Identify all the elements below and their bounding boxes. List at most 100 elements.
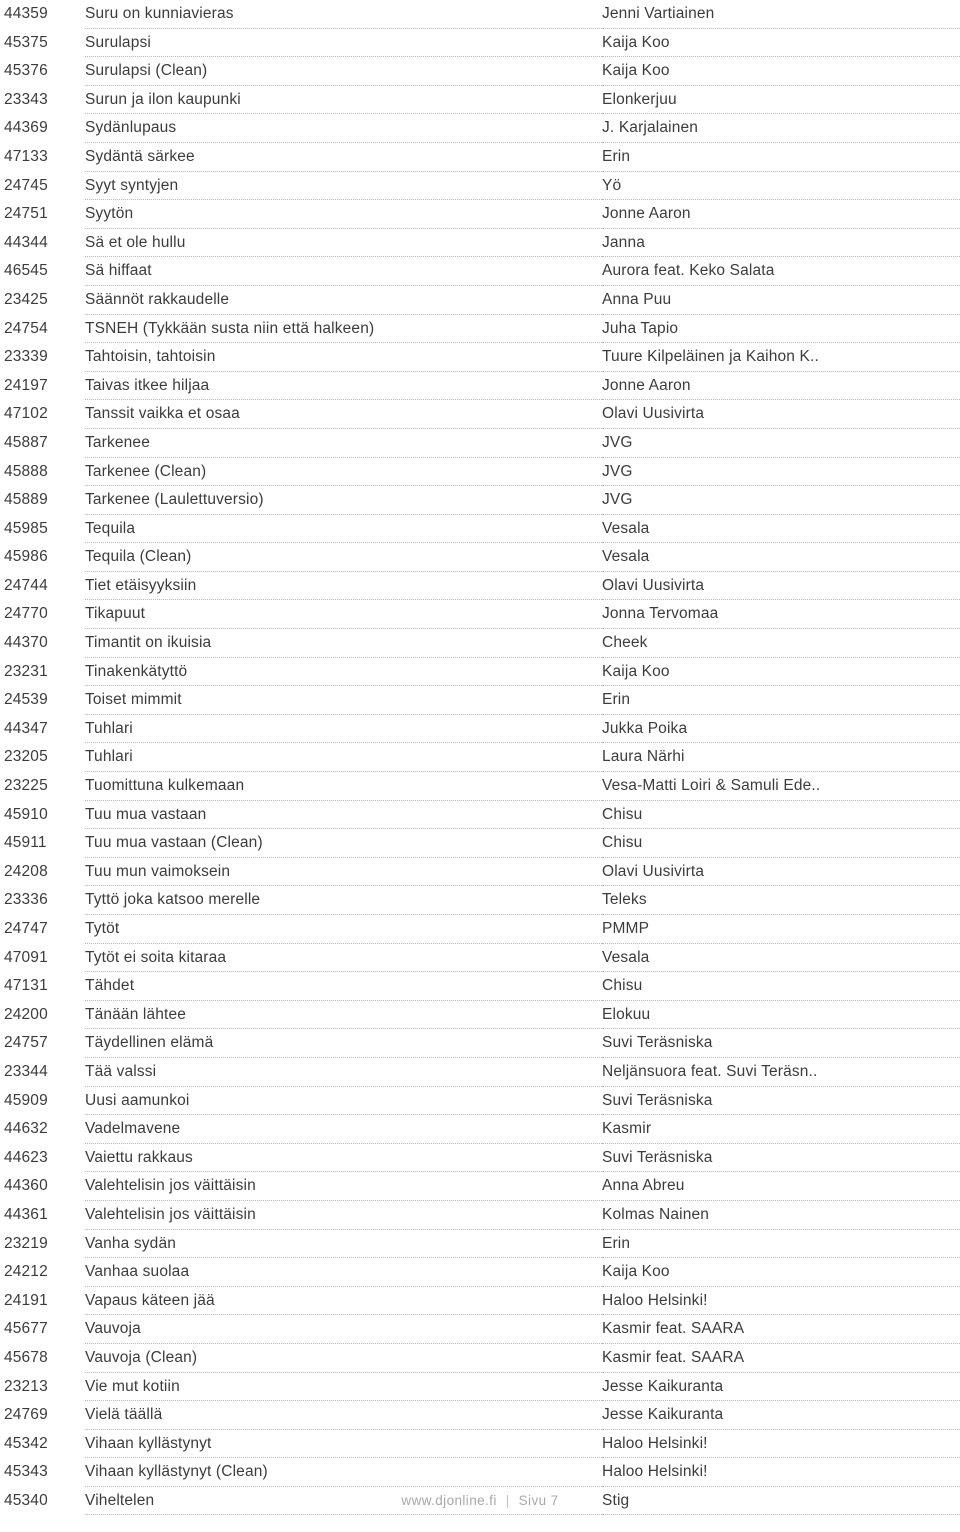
- track-id-cell: 45375: [4, 33, 48, 51]
- track-artist-cell: Cheek: [602, 628, 960, 658]
- footer-separator: |: [505, 1493, 510, 1508]
- track-title-cell: Syyt syntyjen: [85, 171, 602, 201]
- track-title-cell: Surulapsi: [85, 28, 602, 58]
- track-title-cell: Vielä täällä: [85, 1400, 602, 1430]
- track-id-cell: 44369: [4, 119, 48, 137]
- track-artist-cell: Erin: [602, 685, 960, 715]
- track-id-cell: 24539: [4, 691, 48, 709]
- track-artist-cell: Olavi Uusivirta: [602, 399, 960, 429]
- track-artist-cell: Aurora feat. Keko Salata: [602, 256, 960, 286]
- track-id-cell: 47102: [4, 405, 48, 423]
- track-title-cell: Tää valssi: [85, 1057, 602, 1087]
- track-listing-table: 44359 Suru on kunniavieras Jenni Vartiaine…: [0, 0, 960, 1516]
- track-title-cell: Vanha sydän: [85, 1229, 602, 1259]
- track-id-cell: 24754: [4, 319, 48, 337]
- track-title-cell: Tytöt: [85, 914, 602, 944]
- table-row: 24539 Toiset mimmit Erin: [0, 685, 960, 715]
- track-title-cell: Surulapsi (Clean): [85, 56, 602, 86]
- table-row: 44360 Valehtelisin jos väittäisin Anna Abr…: [0, 1171, 960, 1201]
- track-title-cell: Tahtoisin, tahtoisin: [85, 342, 602, 372]
- track-title-cell: Valehtelisin jos väittäisin: [85, 1200, 602, 1230]
- track-id-cell: 45376: [4, 62, 48, 80]
- track-title-cell: Tuu mun vaimoksein: [85, 857, 602, 887]
- track-artist-cell: Kaija Koo: [602, 657, 960, 687]
- track-title-cell: Vadelmavene: [85, 1114, 602, 1144]
- track-title-cell: Vihaan kyllästynyt (Clean): [85, 1457, 602, 1487]
- track-id-cell: 45986: [4, 548, 48, 566]
- table-row: 23205 Tuhlari Laura Närhi: [0, 742, 960, 773]
- table-row: 23336 Tyttö joka katsoo merelle Teleks: [0, 885, 960, 915]
- track-artist-cell: Kaija Koo: [602, 28, 960, 58]
- table-row: 23231 Tinakenkätyttö Kaija Koo: [0, 657, 960, 687]
- table-row: 23344 Tää valssi Neljänsuora feat. Suvi Te…: [0, 1057, 960, 1087]
- table-row: 44370 Timantit on ikuisia Cheek: [0, 628, 960, 658]
- track-artist-cell: Vesala: [602, 542, 960, 572]
- table-row: 47102 Tanssit vaikka et osaa Olavi Uusivir…: [0, 399, 960, 429]
- track-id-cell: 44632: [4, 1120, 48, 1138]
- page-footer: www.djonline.fi | Sivu 7: [0, 1493, 960, 1508]
- track-artist-cell: Suvi Teräsniska: [602, 1028, 960, 1058]
- track-title-cell: Tarkenee: [85, 428, 602, 458]
- track-id-cell: 44344: [4, 233, 48, 251]
- table-row: 23343 Surun ja ilon kaupunki Elonkerjuu: [0, 85, 960, 115]
- table-row: 23219 Vanha sydän Erin: [0, 1229, 960, 1259]
- table-row: 45986 Tequila (Clean) Vesala: [0, 542, 960, 572]
- track-artist-cell: Olavi Uusivirta: [602, 571, 960, 601]
- track-title-cell: Tiet etäisyyksiin: [85, 571, 602, 601]
- track-artist-cell: Kolmas Nainen: [602, 1200, 960, 1230]
- table-row: 24769 Vielä täällä Jesse Kaikuranta: [0, 1400, 960, 1430]
- table-row: 45677 Vauvoja Kasmir feat. SAARA: [0, 1314, 960, 1344]
- track-title-cell: Vihaan kyllästynyt: [85, 1429, 602, 1459]
- track-title-cell: Tuhlari: [85, 742, 602, 773]
- track-title-cell: Timantit on ikuisia: [85, 628, 602, 658]
- table-row: 45910 Tuu mua vastaan Chisu: [0, 800, 960, 830]
- table-row: 47091 Tytöt ei soita kitaraa Vesala: [0, 943, 960, 973]
- track-id-cell: 46545: [4, 262, 48, 280]
- track-table-body: 44359 Suru on kunniavieras Jenni Vartiaine…: [0, 0, 960, 1516]
- track-title-cell: Taivas itkee hiljaa: [85, 371, 602, 401]
- track-title-cell: TSNEH (Tykkään susta niin että halkeen): [85, 314, 602, 344]
- track-id-cell: 24757: [4, 1034, 48, 1052]
- track-title-cell: Tuu mua vastaan (Clean): [85, 828, 602, 858]
- track-artist-cell: Vesala: [602, 514, 960, 544]
- track-id-cell: 24747: [4, 920, 48, 937]
- track-id-cell: 23425: [4, 290, 48, 308]
- track-artist-cell: PMMP: [602, 914, 960, 944]
- table-row: 45911 Tuu mua vastaan (Clean) Chisu: [0, 828, 960, 858]
- table-row: 45887 Tarkenee JVG: [0, 428, 960, 458]
- table-row: 45888 Tarkenee (Clean) JVG: [0, 457, 960, 487]
- track-id-cell: 45678: [4, 1348, 48, 1366]
- track-id-cell: 23219: [4, 1234, 48, 1252]
- track-title-cell: Surun ja ilon kaupunki: [85, 85, 602, 115]
- track-artist-cell: Jonna Tervomaa: [602, 599, 960, 630]
- table-row: 24747 Tytöt PMMP: [0, 914, 960, 944]
- track-title-cell: Täydellinen elämä: [85, 1028, 602, 1058]
- table-row: 44369 Sydänlupaus J. Karjalainen: [0, 113, 960, 143]
- track-title-cell: Sä et ole hullu: [85, 228, 602, 258]
- table-row: 23339 Tahtoisin, tahtoisin Tuure Kilpeläin…: [0, 342, 960, 372]
- track-artist-cell: J. Karjalainen: [602, 113, 960, 143]
- track-id-cell: 24751: [4, 205, 48, 223]
- table-row: 23213 Vie mut kotiin Jesse Kaikuranta: [0, 1372, 960, 1402]
- track-id-cell: 44347: [4, 719, 48, 737]
- track-id-cell: 23344: [4, 1062, 48, 1080]
- table-row: 23225 Tuomittuna kulkemaan Vesa-Matti Loir…: [0, 771, 960, 801]
- table-row: 24744 Tiet etäisyyksiin Olavi Uusivirta: [0, 571, 960, 601]
- track-id-cell: 24191: [4, 1291, 48, 1309]
- table-row: 45909 Uusi aamunkoi Suvi Teräsniska: [0, 1086, 960, 1116]
- track-artist-cell: Chisu: [602, 828, 960, 858]
- track-artist-cell: Janna: [602, 228, 960, 258]
- track-title-cell: Tuu mua vastaan: [85, 800, 602, 830]
- track-title-cell: Sä hiffaat: [85, 256, 602, 286]
- track-artist-cell: Erin: [602, 1229, 960, 1259]
- table-row: 24208 Tuu mun vaimoksein Olavi Uusivirta: [0, 857, 960, 887]
- table-row: 24751 Syytön Jonne Aaron: [0, 199, 960, 229]
- track-id-cell: 23343: [4, 90, 48, 108]
- track-artist-cell: Yö: [602, 171, 960, 201]
- table-row: 45342 Vihaan kyllästynyt Haloo Helsinki!: [0, 1429, 960, 1459]
- table-row: 44344 Sä et ole hullu Janna: [0, 228, 960, 258]
- track-id-cell: 44623: [4, 1148, 48, 1166]
- track-artist-cell: Chisu: [602, 800, 960, 830]
- track-id-cell: 24770: [4, 605, 48, 623]
- track-id-cell: 23339: [4, 348, 48, 366]
